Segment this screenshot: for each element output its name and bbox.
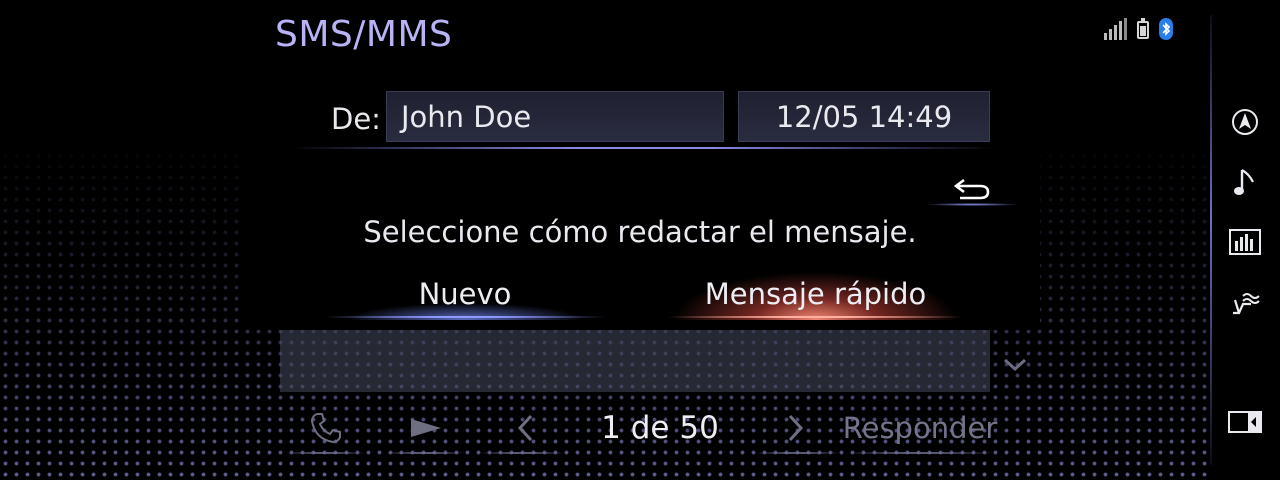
next-underline: [755, 452, 840, 454]
reply-underline: [845, 452, 995, 454]
battery-icon: [1137, 18, 1149, 39]
signal-icon: [1104, 18, 1127, 40]
chevron-down-icon: [1003, 358, 1027, 372]
header-divider: [290, 147, 995, 149]
chevron-left-icon: [517, 414, 533, 442]
play-underline: [385, 452, 465, 454]
rail-divider: [1210, 15, 1212, 465]
play-icon: [411, 419, 441, 437]
back-button[interactable]: [930, 168, 1014, 208]
scroll-down-button[interactable]: [995, 345, 1035, 385]
navigation-icon[interactable]: [1228, 105, 1262, 139]
reply-button[interactable]: Responder: [843, 404, 998, 452]
call-underline: [285, 452, 365, 454]
from-label: De:: [331, 102, 381, 136]
page-title: SMS/MMS: [275, 14, 453, 55]
pager: 1 de 50: [601, 410, 719, 446]
music-note-icon[interactable]: [1228, 165, 1262, 199]
back-button-glow: [925, 203, 1020, 206]
phone-icon: [310, 413, 341, 444]
datetime-field: 12/05 14:49: [738, 91, 990, 142]
equalizer-icon[interactable]: [1228, 225, 1262, 259]
play-button[interactable]: [395, 404, 457, 452]
call-button[interactable]: [295, 404, 357, 452]
climate-seat-icon[interactable]: [1228, 285, 1262, 319]
chevron-right-icon: [788, 414, 804, 442]
sender-field: John Doe: [386, 91, 724, 142]
message-body: [280, 330, 990, 392]
next-button[interactable]: [776, 404, 816, 452]
bluetooth-icon: [1159, 18, 1173, 40]
split-screen-icon[interactable]: [1228, 405, 1262, 439]
new-message-button[interactable]: Nuevo: [325, 268, 605, 320]
prev-button[interactable]: [505, 404, 545, 452]
status-bar: [1104, 14, 1173, 40]
quick-message-button[interactable]: Mensaje rápido: [668, 268, 963, 320]
prev-underline: [480, 452, 565, 454]
back-arrow-icon: [953, 178, 990, 200]
dialog-prompt: Seleccione cómo redactar el mensaje.: [363, 215, 917, 249]
